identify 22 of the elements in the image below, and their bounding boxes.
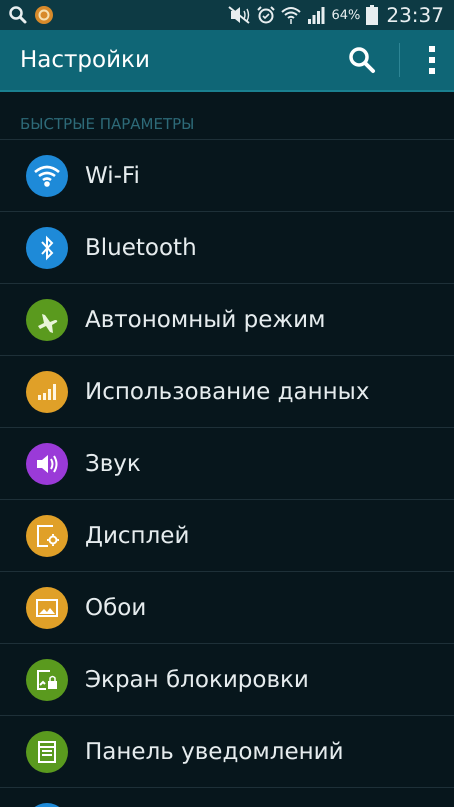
settings-item[interactable]: Экран блокировки bbox=[0, 644, 454, 716]
settings-item[interactable]: Bluetooth bbox=[0, 212, 454, 284]
wifi-icon bbox=[281, 6, 302, 24]
search-icon[interactable] bbox=[347, 45, 377, 75]
settings-item[interactable]: Звук bbox=[0, 428, 454, 500]
section-header: БЫСТРЫЕ ПАРАМЕТРЫ bbox=[0, 92, 454, 140]
settings-item[interactable]: Обои bbox=[0, 572, 454, 644]
clock-time: 23:37 bbox=[386, 3, 444, 27]
app-icon bbox=[34, 5, 54, 25]
battery-percent: 64% bbox=[331, 8, 360, 22]
search-icon bbox=[8, 5, 28, 25]
signal-icon bbox=[307, 6, 326, 24]
settings-item[interactable]: Дисплей bbox=[0, 500, 454, 572]
settings-item[interactable]: Использование данных bbox=[0, 356, 454, 428]
more-options-icon[interactable] bbox=[428, 45, 436, 75]
screen-title: Настройки bbox=[20, 47, 151, 73]
alarm-icon bbox=[257, 6, 276, 24]
settings-item[interactable]: Автономный режим bbox=[0, 284, 454, 356]
settings-item[interactable]: Панель уведомлений bbox=[0, 716, 454, 788]
battery-icon bbox=[366, 5, 378, 25]
settings-item[interactable]: Wi-Fi bbox=[0, 140, 454, 212]
mute-icon bbox=[227, 6, 252, 24]
